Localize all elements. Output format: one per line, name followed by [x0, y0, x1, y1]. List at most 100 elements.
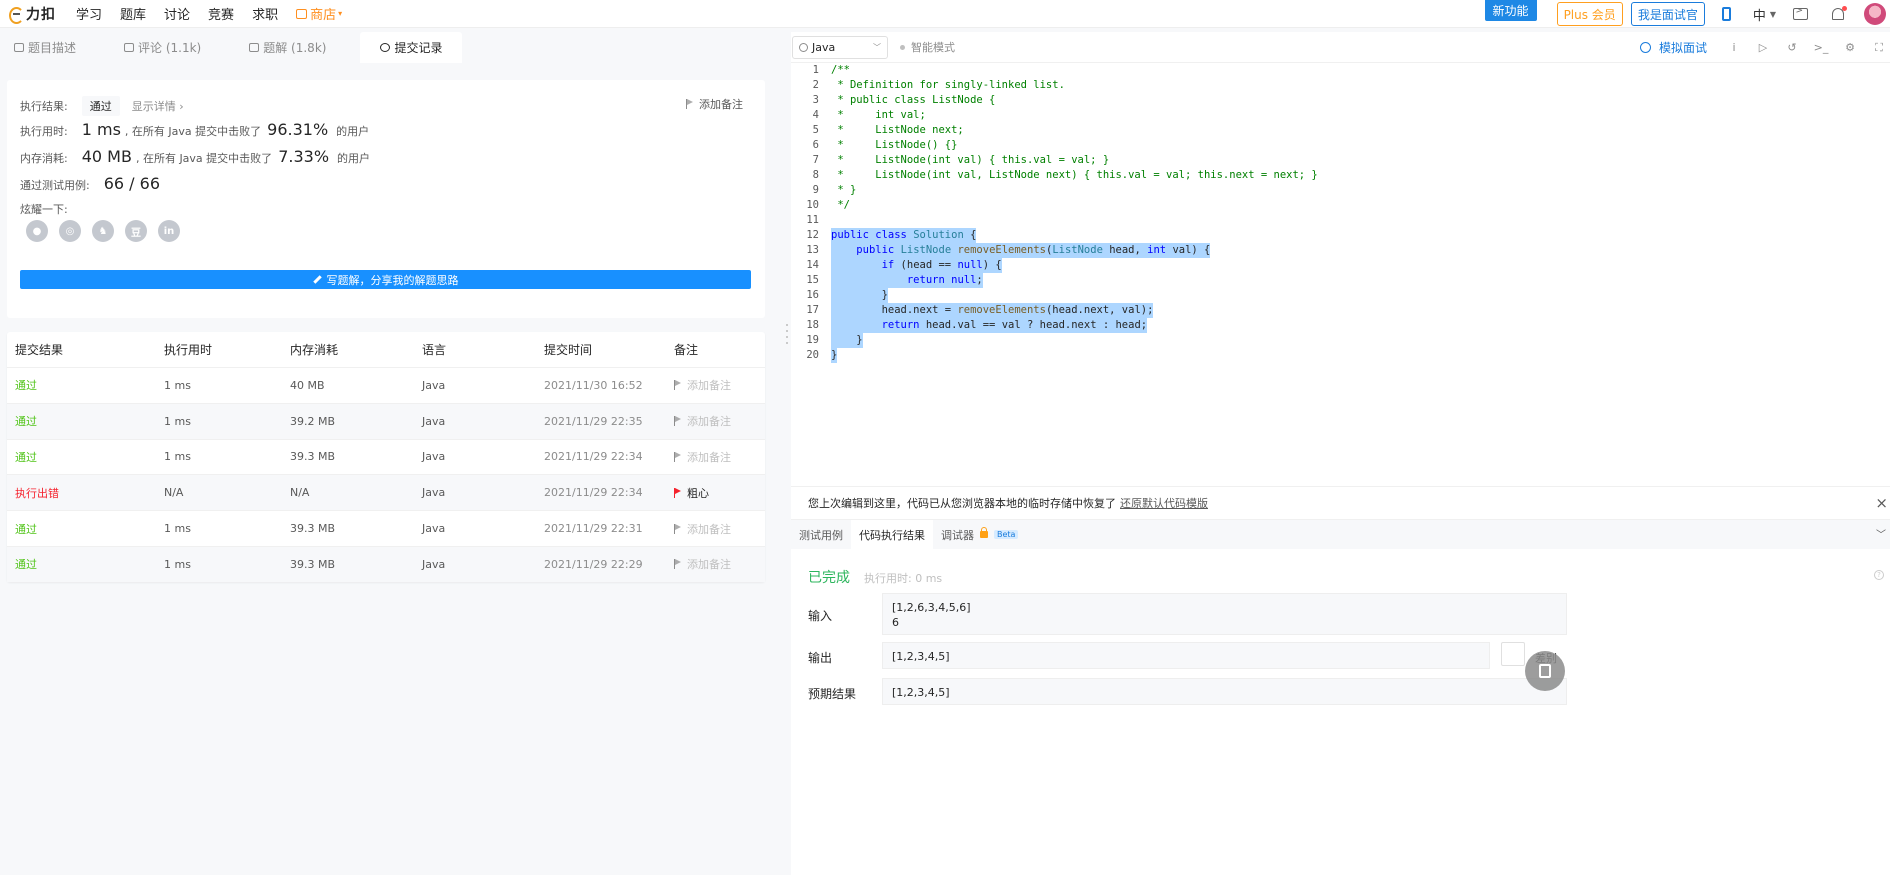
- interviewer-button[interactable]: 我是面试官: [1630, 2, 1705, 26]
- qq-icon[interactable]: ♞: [92, 220, 114, 242]
- expected-box: [1,2,3,4,5]: [882, 678, 1567, 705]
- add-note-button[interactable]: 添加备注: [686, 96, 743, 112]
- output-value: [1,2,3,4,5]: [892, 650, 950, 663]
- code-text: head.next = removeElements(head.next, va…: [831, 303, 1154, 318]
- fullscreen-icon[interactable]: ⛶: [1872, 41, 1886, 55]
- table-row[interactable]: 执行出错 N/A N/A Java 2021/11/29 22:34 粗心: [7, 474, 765, 511]
- row-note-label: 添加备注: [687, 522, 731, 536]
- tab-run-result[interactable]: 代码执行结果: [851, 520, 933, 549]
- new-feature-button[interactable]: 新功能: [1484, 0, 1537, 21]
- row-note[interactable]: 添加备注: [674, 521, 765, 537]
- tab-description[interactable]: 题目描述: [0, 32, 90, 63]
- table-header: 提交结果 执行用时 内存消耗 语言 提交时间 备注: [7, 332, 765, 367]
- close-icon[interactable]: ×: [1875, 494, 1888, 512]
- linkedin-icon[interactable]: in: [158, 220, 180, 242]
- row-status[interactable]: 执行出错: [7, 485, 164, 501]
- language-select[interactable]: Java ﹀: [792, 35, 888, 59]
- nav-problemset[interactable]: 题库: [120, 4, 146, 23]
- plus-member-button[interactable]: Plus 会员: [1556, 2, 1623, 26]
- panel-resize-handle[interactable]: [785, 320, 789, 360]
- code-token: class: [875, 229, 907, 241]
- row-status[interactable]: 通过: [7, 413, 164, 429]
- line-number: 1: [812, 64, 819, 76]
- smart-mode-label: 智能模式: [911, 41, 955, 54]
- memory-label: 内存消耗:: [20, 152, 68, 165]
- table-row[interactable]: 通过 1 ms 39.3 MB Java 2021/11/29 22:34 添加备注: [7, 438, 765, 475]
- weibo-icon[interactable]: ◎: [59, 220, 81, 242]
- chevron-down-icon[interactable]: ﹀: [1876, 526, 1886, 541]
- douban-icon[interactable]: 豆: [125, 220, 147, 242]
- settings-icon[interactable]: ⚙: [1843, 41, 1857, 55]
- row-memory: 39.3 MB: [290, 450, 336, 464]
- language-switch[interactable]: 中 ▼: [1753, 5, 1776, 24]
- tab-testcases[interactable]: 测试用例: [791, 520, 851, 549]
- mobile-app-button[interactable]: [1715, 2, 1739, 26]
- code-token: * ListNode next;: [831, 124, 964, 136]
- row-note[interactable]: 添加备注: [674, 449, 765, 465]
- row-note-label: 粗心: [687, 486, 709, 500]
- show-detail-link[interactable]: 显示详情 ›: [132, 98, 184, 114]
- write-solution-button[interactable]: 写题解，分享我的解题思路: [20, 270, 751, 289]
- top-navbar: 力扣 学习 题库 讨论 竞赛 求职 商店 ▾ 新功能 Plus 会员 我是面试官…: [0, 0, 1890, 28]
- table-row[interactable]: 通过 1 ms 39.3 MB Java 2021/11/29 22:29 添加备注: [7, 545, 765, 582]
- avatar[interactable]: [1864, 3, 1886, 25]
- row-runtime: 1 ms: [164, 378, 191, 392]
- row-status[interactable]: 通过: [7, 556, 164, 572]
- row-submit-time: 2021/11/29 22:34: [544, 486, 643, 500]
- tab-label: 测试用例: [799, 528, 843, 542]
- row-status[interactable]: 通过: [7, 521, 164, 537]
- flag-icon: [686, 99, 694, 109]
- row-status[interactable]: 通过: [7, 449, 164, 465]
- row-memory: 39.3 MB: [290, 557, 336, 571]
- info-icon[interactable]: i: [1727, 41, 1741, 55]
- row-note-label: 添加备注: [687, 379, 731, 393]
- info-icon: [799, 42, 808, 52]
- restore-default-link[interactable]: 还原默认代码模版: [1120, 495, 1208, 511]
- row-note[interactable]: 添加备注: [674, 377, 765, 393]
- smart-mode-toggle[interactable]: 智能模式: [900, 39, 955, 55]
- row-status[interactable]: 通过: [7, 377, 164, 393]
- leetcode-logo[interactable]: 力扣: [8, 4, 56, 24]
- tab-debugger[interactable]: 调试器 Beta: [933, 520, 1026, 549]
- wechat-icon[interactable]: ●: [26, 220, 48, 242]
- table-row[interactable]: 通过 1 ms 39.2 MB Java 2021/11/29 22:35 添加备注: [7, 402, 765, 439]
- logo-icon: [8, 6, 24, 24]
- row-note[interactable]: 添加备注: [674, 413, 765, 429]
- nav-shop[interactable]: 商店 ▾: [296, 4, 342, 23]
- line-number: 8: [812, 169, 819, 181]
- notes-float-button[interactable]: [1525, 651, 1565, 691]
- runtime-value: 1 ms: [81, 120, 121, 139]
- row-note[interactable]: 添加备注: [674, 556, 765, 572]
- code-editor[interactable]: 1 /** 2 * Definition for singly-linked lis…: [791, 63, 1890, 486]
- run-icon[interactable]: ▷: [1756, 41, 1770, 55]
- reset-icon[interactable]: ↺: [1785, 41, 1799, 55]
- tab-comments[interactable]: 评论 (1.1k): [110, 32, 215, 63]
- tab-label: 评论 (1.1k): [138, 41, 202, 55]
- tab-solutions[interactable]: 题解 (1.8k): [235, 32, 340, 63]
- nav-jobs[interactable]: 求职: [252, 4, 278, 23]
- nav-discuss[interactable]: 讨论: [164, 4, 190, 23]
- table-row[interactable]: 通过 1 ms 39.3 MB Java 2021/11/29 22:31 添加备注: [7, 510, 765, 546]
- share-label: 炫耀一下:: [20, 203, 68, 216]
- code-token: head,: [1102, 244, 1148, 256]
- table-row[interactable]: 通过 1 ms 40 MB Java 2021/11/30 16:52 添加备注: [7, 367, 765, 403]
- mock-interview-button[interactable]: 模拟面试: [1639, 39, 1707, 56]
- help-icon[interactable]: ?: [1874, 570, 1884, 580]
- exec-result-row: 执行结果: 通过 显示详情 ›: [20, 96, 184, 116]
- nav-contest[interactable]: 竞赛: [208, 4, 234, 23]
- playground-button[interactable]: [1788, 2, 1812, 26]
- console-icon[interactable]: >_: [1814, 41, 1829, 55]
- row-submit-time: 2021/11/29 22:29: [544, 557, 643, 571]
- nav-study[interactable]: 学习: [76, 4, 102, 23]
- code-text: public class Solution {: [831, 228, 977, 243]
- flag-icon: [674, 380, 682, 391]
- tab-submissions[interactable]: 提交记录: [360, 32, 463, 63]
- diff-checkbox[interactable]: [1501, 642, 1525, 666]
- code-token: * Definition for singly-linked list.: [831, 79, 1065, 91]
- notifications-button[interactable]: [1826, 2, 1850, 26]
- alarm-clock-icon: [1639, 42, 1651, 53]
- line-number: 11: [806, 214, 819, 226]
- row-note[interactable]: 粗心: [674, 485, 765, 501]
- code-token: (head ==: [894, 259, 958, 271]
- flag-icon: [674, 523, 682, 534]
